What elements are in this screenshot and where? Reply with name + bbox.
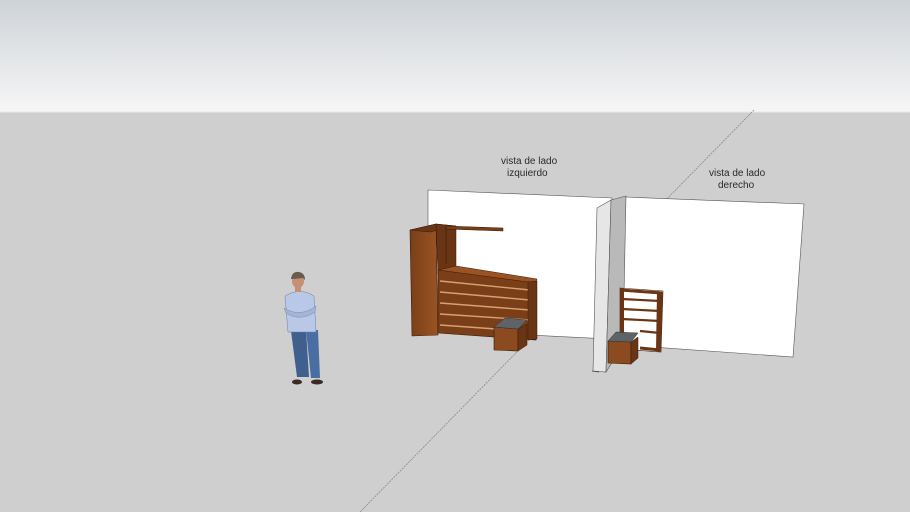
- sky: [0, 0, 910, 112]
- left-view-annotation: vista de lado izquierdo: [501, 156, 557, 180]
- tall-cabinet: [409, 223, 439, 337]
- left-view-line1: vista de lado: [501, 156, 558, 167]
- right-view-annotation: vista de lado derecho: [709, 168, 765, 192]
- model-viewport[interactable]: vista de lado izquierdo vista de lado de…: [0, 0, 910, 512]
- left-stool-body: [493, 326, 519, 352]
- right-view-line2: derecho: [718, 180, 755, 191]
- low-shelf-end: [527, 280, 538, 341]
- right-view-line1: vista de lado: [709, 168, 766, 179]
- left-view-line2: izquierdo: [507, 168, 548, 179]
- 3d-scene[interactable]: [0, 0, 910, 512]
- right-stool-body: [607, 340, 632, 365]
- bookshelf-shelf: [639, 346, 661, 352]
